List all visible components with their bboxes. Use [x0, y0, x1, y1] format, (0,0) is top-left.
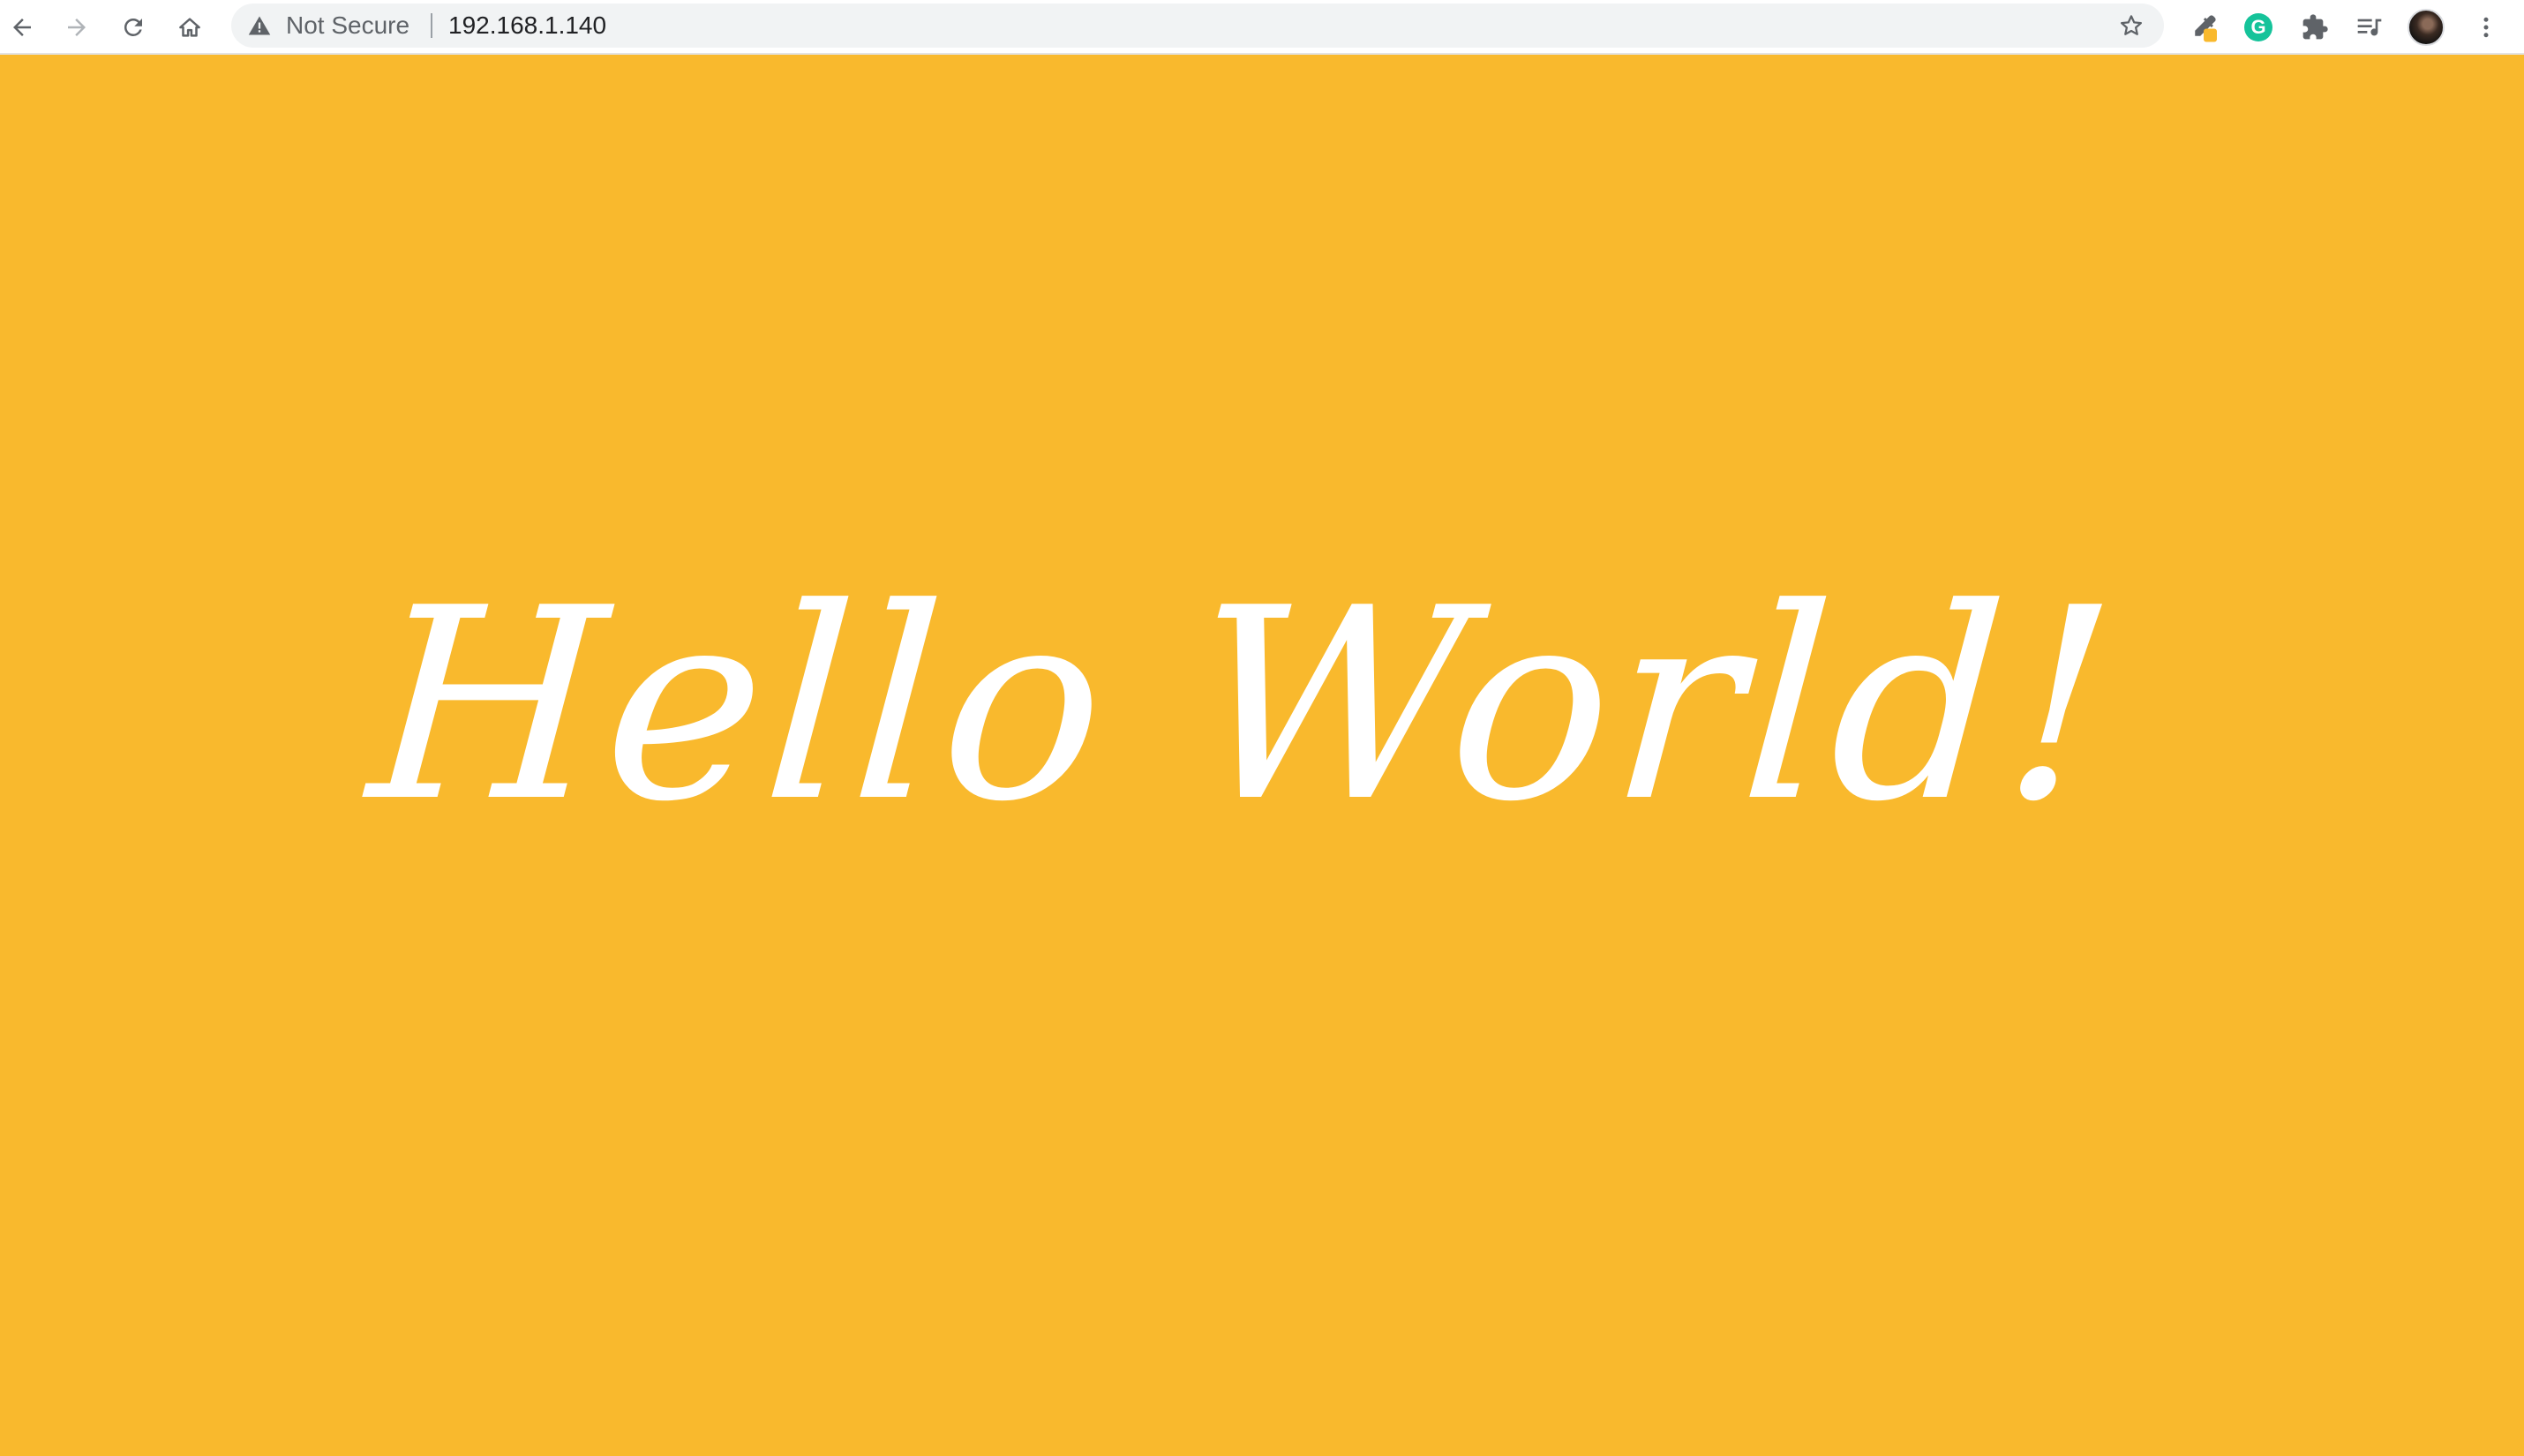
star-icon	[2121, 15, 2142, 35]
eyedropper-extension[interactable]	[2182, 5, 2226, 49]
arrow-right-icon	[68, 19, 86, 36]
reload-icon	[124, 18, 142, 36]
security-indicator[interactable]: Not Secure	[245, 4, 409, 48]
eyedropper-icon	[2195, 15, 2217, 42]
kebab-menu-icon	[2483, 17, 2489, 38]
reading-list-button[interactable]	[2347, 5, 2392, 49]
hello-world-heading: Hello World!	[362, 552, 2128, 859]
browser-window: Not Secure G	[0, 0, 2524, 1456]
grammarly-icon: G	[2244, 13, 2272, 41]
home-icon	[179, 18, 200, 37]
address-bar[interactable]: Not Secure	[231, 4, 2164, 48]
warning-icon	[245, 11, 274, 40]
bookmark-star-button[interactable]	[2111, 5, 2152, 46]
forward-button[interactable]	[56, 7, 97, 48]
browser-toolbar: Not Secure G	[0, 0, 2524, 55]
reading-list-icon	[2357, 19, 2382, 36]
arrow-left-icon	[13, 19, 31, 36]
reload-button[interactable]	[113, 7, 154, 48]
url-input[interactable]	[448, 4, 2037, 48]
grammarly-extension[interactable]: G	[2236, 5, 2280, 49]
puzzle-icon	[2302, 14, 2328, 40]
extensions-menu-button[interactable]	[2293, 5, 2337, 49]
url-divider	[431, 13, 432, 38]
back-button[interactable]	[2, 7, 42, 48]
home-button[interactable]	[169, 7, 210, 48]
heading-container: Hello World!	[362, 521, 2127, 891]
profile-button[interactable]	[2404, 5, 2448, 49]
browser-menu-button[interactable]	[2464, 5, 2508, 49]
avatar	[2408, 9, 2445, 46]
security-label: Not Secure	[286, 11, 410, 39]
